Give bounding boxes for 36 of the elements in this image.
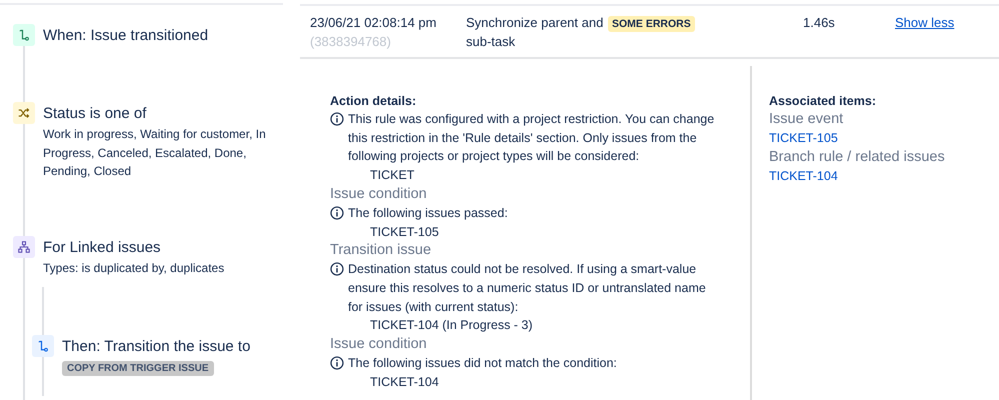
value-tag: COPY FROM TRIGGER ISSUE <box>62 361 214 376</box>
timestamp: 23/06/21 02:08:14 pm <box>310 14 438 32</box>
component-title: For Linked issues <box>43 238 161 258</box>
duration: 1.46s <box>803 15 835 30</box>
issue-key: TICKET-105 <box>330 222 750 242</box>
shuffle-icon <box>13 102 35 124</box>
component-title: Then: Transition the issue to <box>62 337 250 357</box>
section-heading: Action details: <box>330 93 418 110</box>
info-icon <box>330 112 344 126</box>
execution-id: (3838394768) <box>310 33 392 51</box>
section-title: Transition issue <box>330 241 432 260</box>
issue-link[interactable]: TICKET-104 <box>769 168 838 183</box>
section-title: Issue condition <box>330 184 428 204</box>
hierarchy-icon <box>13 236 35 258</box>
section-title: Issue condition <box>330 335 428 354</box>
rule-name: Synchronize parent and sub-task <box>466 14 604 51</box>
issue-key: TICKET-104 <box>330 372 750 392</box>
info-icon <box>330 356 344 370</box>
component-title: Status is one of <box>43 104 146 124</box>
info-icon <box>330 206 344 220</box>
group-label: Branch rule / related issues <box>769 148 945 167</box>
issue-key: TICKET <box>330 166 750 185</box>
section-heading: Associated items: <box>769 93 877 110</box>
message-text: Destination status could not be resolved. If using a smart-value ensure this resolves to a numeric status ID or untranslated name for issues (with current status): <box>348 261 707 316</box>
status-badge: SOME ERRORS <box>608 16 695 32</box>
message-text: This rule was configured with a project restriction. You can change this restriction in the 'Rule details' section. Only issues from the following projects or project types will be considered: <box>348 111 716 166</box>
info-icon <box>330 262 344 276</box>
component-detail: Work in progress, Waiting for customer, In Progress, Canceled, Escalated, Done, Pending, Closed <box>43 126 267 180</box>
component-detail: Types: is duplicated by, duplicates <box>43 260 226 276</box>
show-less-link[interactable]: Show less <box>895 15 954 30</box>
issue-link[interactable]: TICKET-105 <box>769 131 838 145</box>
message-text: The following issues did not match the condition: <box>348 355 618 372</box>
message-text: The following issues passed: <box>348 204 509 222</box>
issue-key: TICKET-104 (In Progress - 3) <box>330 316 750 336</box>
component-title: When: Issue transitioned <box>43 26 208 46</box>
group-label: Issue event <box>769 110 844 129</box>
